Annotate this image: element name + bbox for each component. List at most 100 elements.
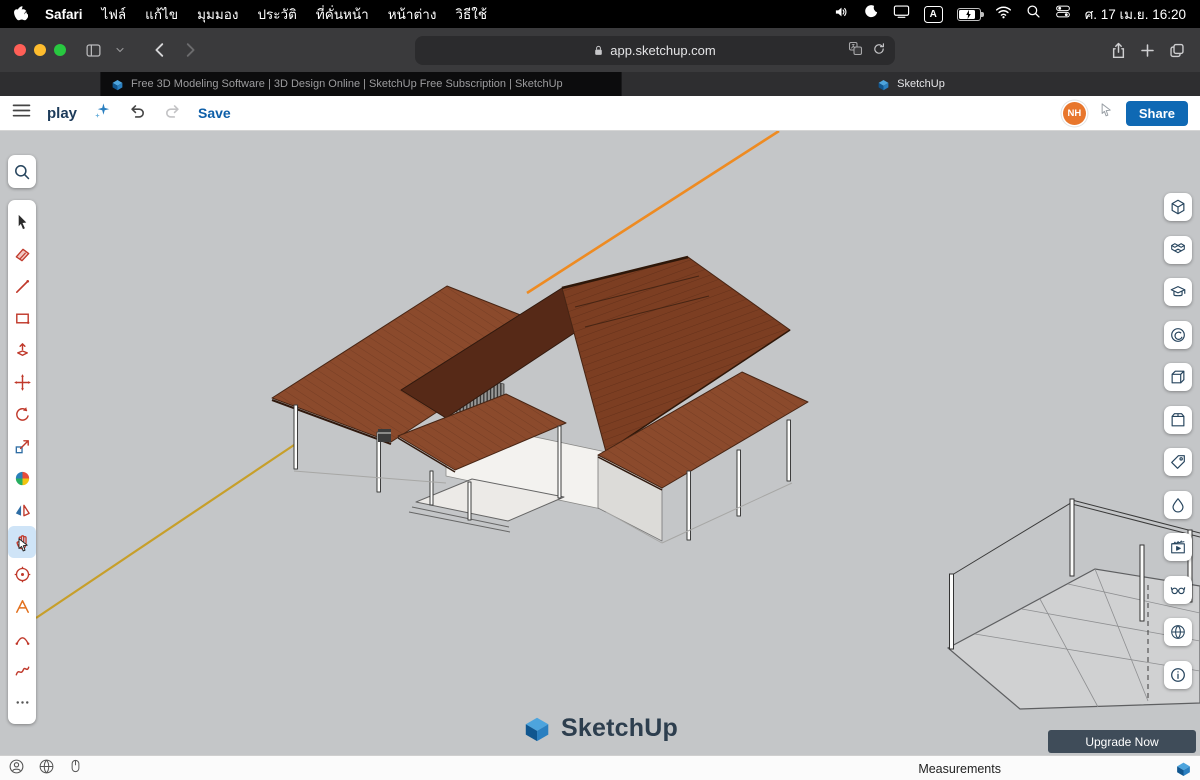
sparkle-icon[interactable] [93,101,112,125]
save-button[interactable]: Save [198,105,231,121]
line-tool[interactable] [8,270,36,302]
menubar-status-cluster: A ศ. 17 เม.ย. 16:20 [833,3,1186,25]
undo-icon[interactable] [128,102,147,125]
arc-tool[interactable] [8,622,36,654]
back-button[interactable] [151,41,169,59]
mouse-cursor [16,537,31,559]
address-bar[interactable]: app.sketchup.com [415,36,895,65]
edit-menu[interactable]: แก้ไข [145,3,178,25]
focus-moon-icon[interactable] [864,4,879,24]
scale-tool[interactable] [8,430,36,462]
text-tool[interactable] [8,590,36,622]
views-panel-button[interactable] [1164,363,1192,391]
mouse-controls-icon[interactable] [68,757,83,780]
file-menu[interactable]: ไฟล์ [102,3,127,25]
window-controls [14,44,66,56]
page-share-icon[interactable] [1110,41,1127,60]
scenes-panel-button[interactable] [1164,533,1192,561]
shapes-tool[interactable] [8,302,36,334]
app-toolbar-right: NH Share [1063,101,1188,126]
tab-title: SketchUp [897,78,945,90]
select-tool[interactable] [8,206,36,238]
search-tools-button[interactable] [8,155,36,188]
tab-sketchup-free[interactable]: Free 3D Modeling Software | 3D Design On… [101,72,622,96]
sidebar-chevron-icon[interactable] [115,45,125,55]
window-menu[interactable]: หน้าต่าง [388,3,437,25]
sketchup-logo [522,713,552,743]
outliner-panel-button[interactable] [1164,406,1192,434]
floor-plan-structure [948,499,1200,709]
tab-title: Free 3D Modeling Software | 3D Design On… [131,78,563,90]
soften-edges-panel-button[interactable] [1164,618,1192,646]
spotlight-search-icon[interactable] [1026,4,1041,24]
move-tool[interactable] [8,366,36,398]
components-panel-button[interactable] [1164,236,1192,264]
push-pull-tool[interactable] [8,334,36,366]
address-text: app.sketchup.com [610,43,716,58]
battery-icon[interactable] [957,8,981,21]
translate-icon[interactable] [848,41,863,59]
forward-button[interactable] [181,41,199,59]
tab-bar-spacer [0,72,101,96]
collaborator-cursor-icon[interactable] [1098,102,1114,124]
measurements-label: Measurements [918,762,1001,776]
house-model [272,257,808,543]
new-tab-icon[interactable] [1139,42,1156,59]
sketchup-watermark: SketchUp [522,713,678,743]
entity-info-panel-button[interactable] [1164,193,1192,221]
reload-icon[interactable] [872,42,886,59]
history-menu[interactable]: ประวัติ [257,3,296,25]
measurements-input[interactable] [1011,759,1165,779]
language-globe-icon[interactable] [38,758,55,780]
styles-panel-button[interactable] [1164,321,1192,349]
apple-menu-icon[interactable] [14,6,28,22]
view-menu[interactable]: มุมมอง [197,3,238,25]
paint-tool[interactable] [8,462,36,494]
panels-rail [1164,193,1192,689]
app-toolbar: play Save NH Share [0,96,1200,131]
position-camera-tool[interactable] [8,558,36,590]
volume-icon[interactable] [833,4,850,25]
minimize-window-button[interactable] [34,44,46,56]
input-source-badge[interactable]: A [924,6,943,23]
model-canvas: SketchUp Upgrade Now [0,131,1200,755]
share-button[interactable]: Share [1126,101,1188,126]
instructor-panel-button[interactable] [1164,278,1192,306]
sketchup-favicon [877,78,890,91]
tags-panel-button[interactable] [1164,448,1192,476]
help-menu[interactable]: วิธีใช้ [455,3,487,25]
safari-menu[interactable]: Safari [45,7,83,22]
display-panel-button[interactable] [1164,576,1192,604]
zoom-window-button[interactable] [54,44,66,56]
sidebar-toggle-icon[interactable] [84,42,103,59]
bookmarks-menu[interactable]: ที่คั่นหน้า [316,3,369,25]
close-window-button[interactable] [14,44,26,56]
hamburger-menu-icon[interactable] [12,103,31,123]
model-viewport[interactable] [0,131,1200,755]
user-icon[interactable] [8,758,25,780]
desktop: Safari ไฟล์ แก้ไข มุมมอง ประวัติ ที่คั่น… [0,0,1200,780]
more-tools-button[interactable] [8,686,36,718]
rotate-tool[interactable] [8,398,36,430]
sketchup-favicon [111,78,124,91]
freehand-tool[interactable] [8,654,36,686]
browser-toolbar: app.sketchup.com [0,28,1200,72]
menubar-clock[interactable]: ศ. 17 เม.ย. 16:20 [1085,3,1186,25]
redo-icon[interactable] [163,102,182,125]
address-bar-wrap: app.sketchup.com [211,36,1098,65]
tab-overview-icon[interactable] [1168,42,1186,59]
info-panel-button[interactable] [1164,661,1192,689]
materials-panel-button[interactable] [1164,491,1192,519]
flip-tool[interactable] [8,494,36,526]
lock-icon [593,44,604,57]
avatar[interactable]: NH [1063,102,1086,125]
model-name[interactable]: play [47,105,77,122]
search-icon [13,163,31,181]
upgrade-now-button[interactable]: Upgrade Now [1048,730,1196,753]
wifi-icon[interactable] [995,5,1012,24]
tab-sketchup-app[interactable]: SketchUp [622,72,1200,96]
eraser-tool[interactable] [8,238,36,270]
control-center-icon[interactable] [1055,4,1071,24]
measurements-area: Measurements [918,759,1192,779]
screen-mirroring-icon[interactable] [893,4,910,24]
